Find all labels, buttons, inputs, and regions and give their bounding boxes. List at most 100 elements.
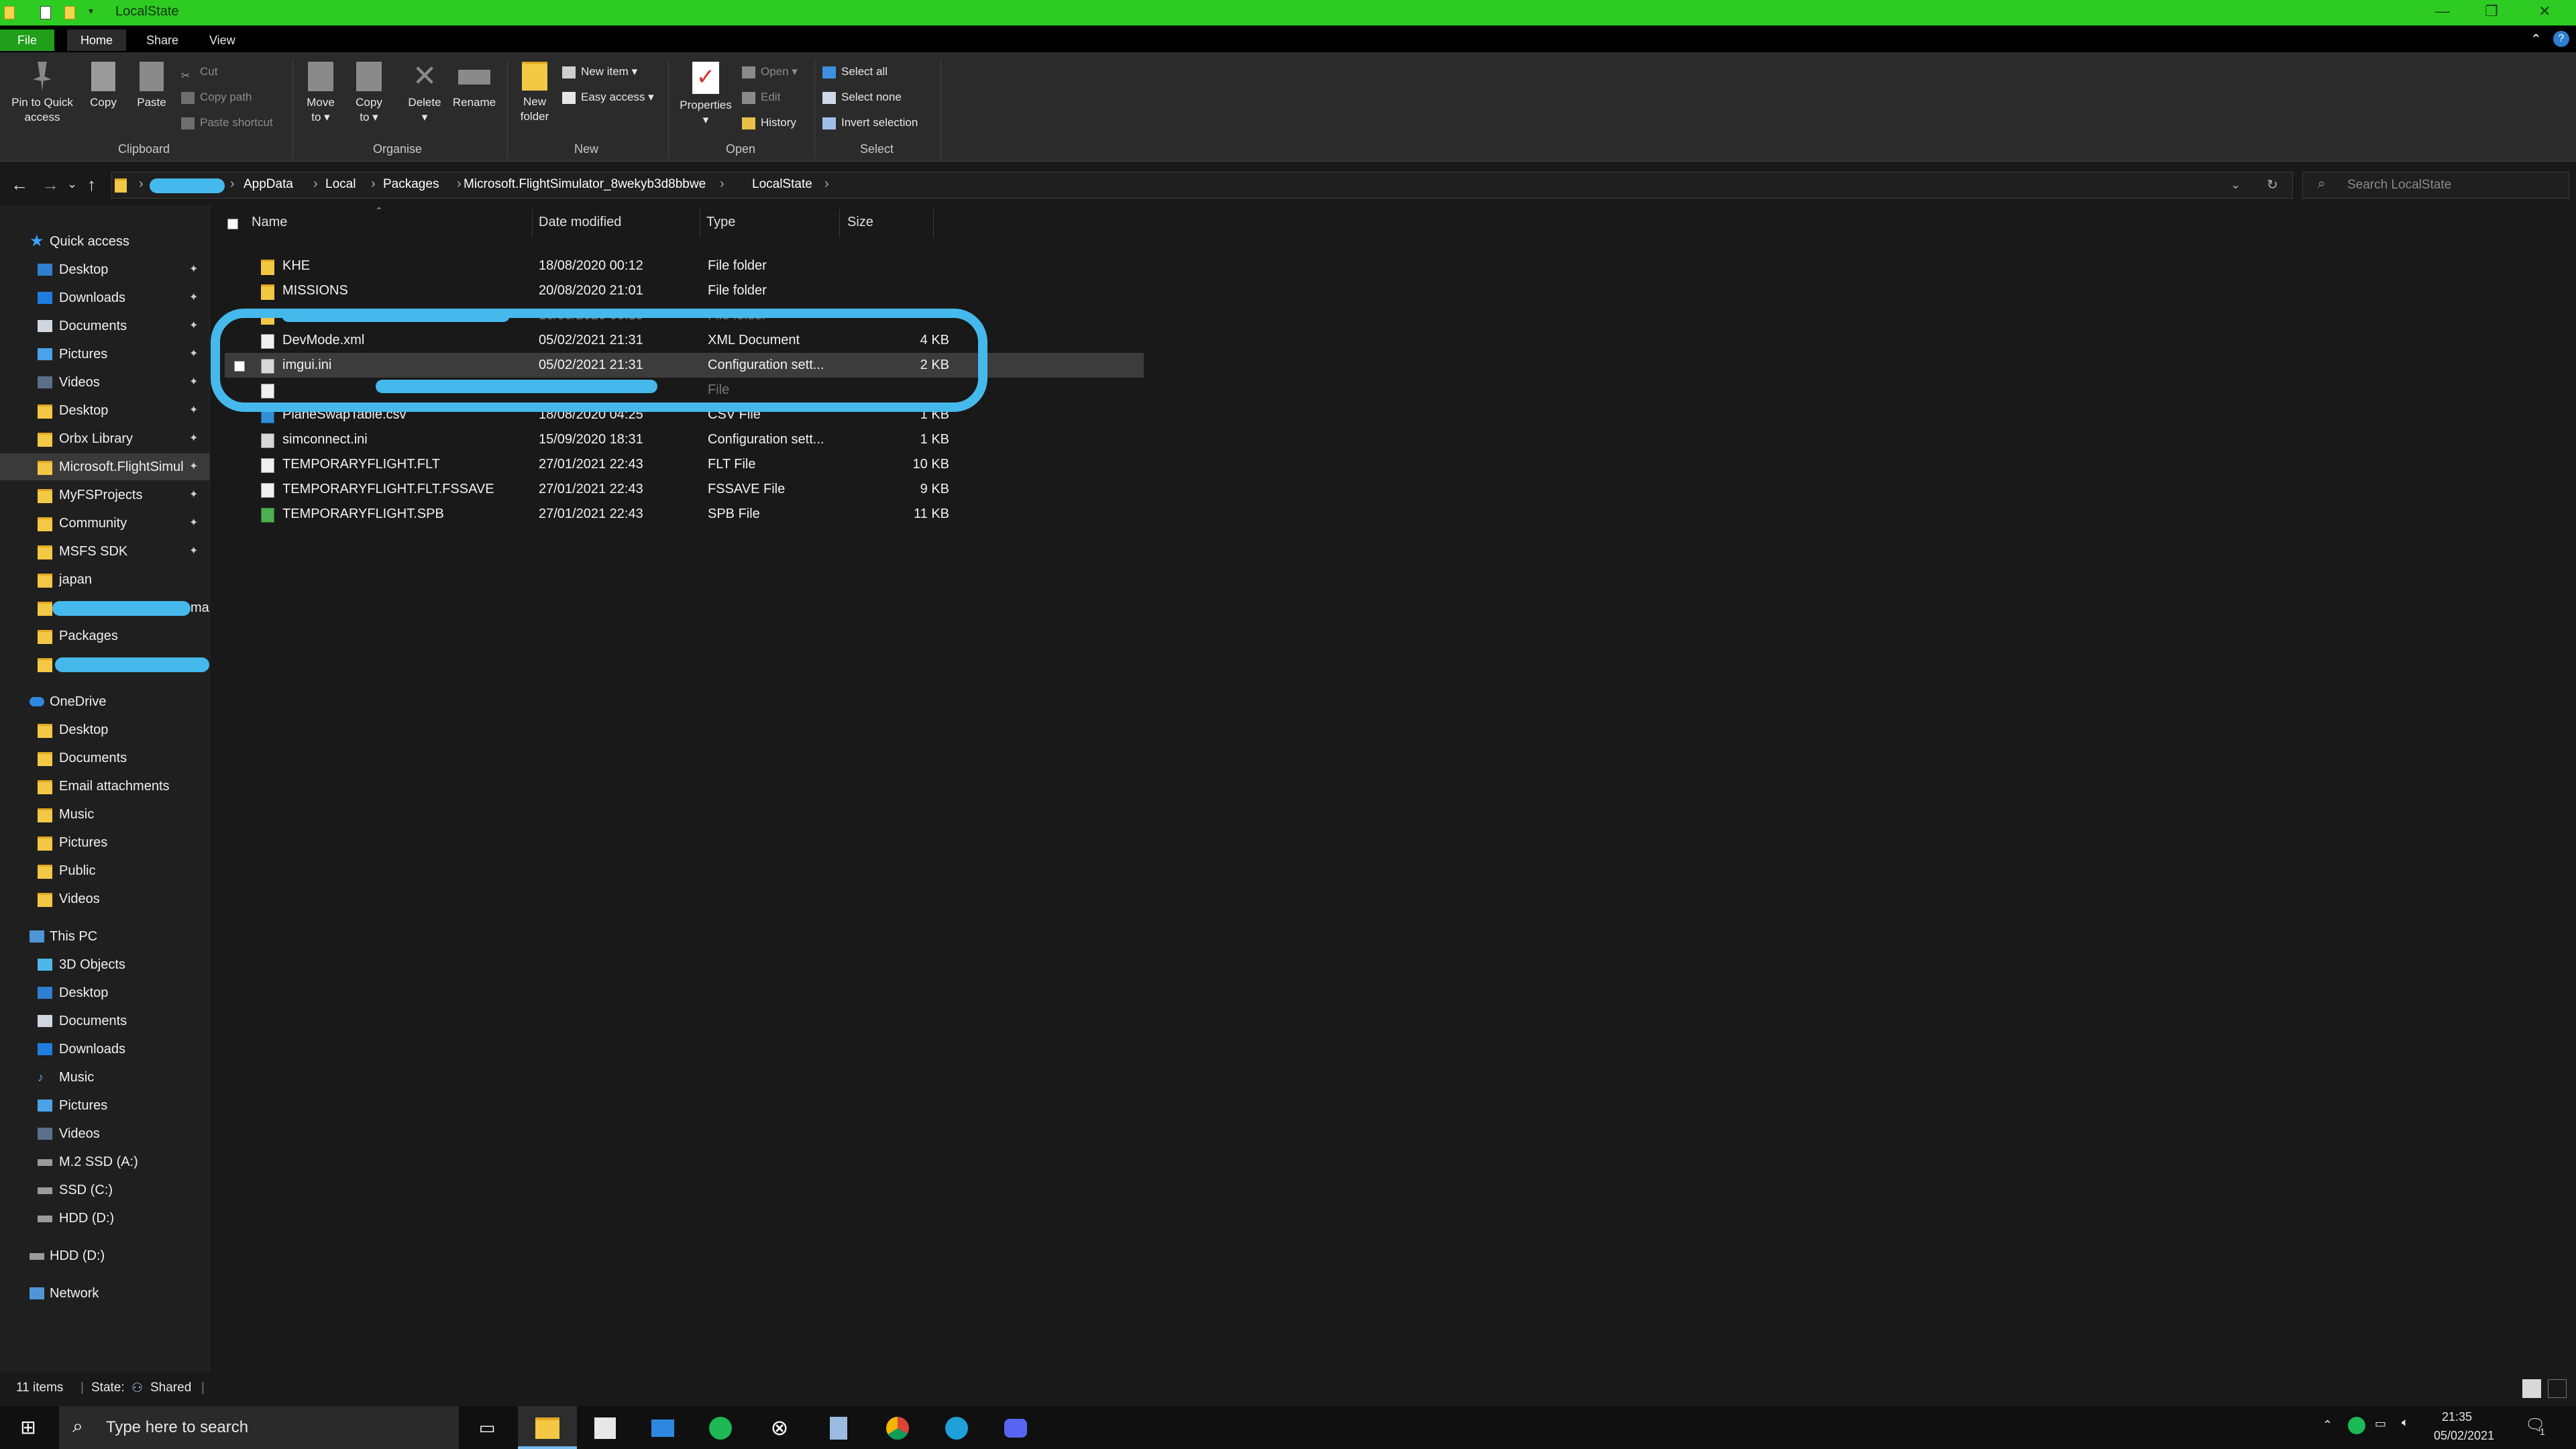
spotify-tray-icon[interactable] <box>2348 1417 2365 1434</box>
pin-icon[interactable]: ✦ <box>189 313 198 339</box>
nav-hdd-d[interactable]: HDD (D:) <box>0 1242 209 1269</box>
file-explorer-icon[interactable] <box>534 1414 561 1441</box>
mail-icon[interactable] <box>649 1414 676 1441</box>
nav-quick-videos[interactable]: Videos ✦ <box>0 369 209 396</box>
select-none-button[interactable]: Select none <box>822 87 902 107</box>
xbox-icon[interactable]: ⊗ <box>766 1414 793 1441</box>
nav-onedrive-music[interactable]: Music <box>0 801 209 828</box>
pin-icon[interactable]: ✦ <box>189 341 198 368</box>
store-icon[interactable] <box>592 1414 619 1441</box>
breadcrumb-flightsimulator[interactable]: Microsoft.FlightSimulator_8wekyb3d8bbwe <box>464 177 706 192</box>
new-folder-quick-icon[interactable] <box>64 6 75 19</box>
spotify-icon[interactable] <box>707 1414 734 1441</box>
breadcrumb-localstate[interactable]: LocalState <box>752 177 812 192</box>
new-item-button[interactable]: New item ▾ <box>562 62 637 82</box>
properties-button[interactable]: ✓ Properties ▾ <box>674 62 738 127</box>
nav-pc-ssd-c[interactable]: SSD (C:) <box>0 1177 209 1203</box>
nav-pc-3d-objects[interactable]: 3D Objects <box>0 951 209 978</box>
restore-button[interactable]: ❐ <box>2485 3 2498 20</box>
nav-quick-downloads[interactable]: Downloads ✦ <box>0 284 209 311</box>
column-size[interactable]: Size <box>847 215 873 230</box>
nav-onedrive-public[interactable]: Public <box>0 857 209 884</box>
nav-pc-pictures[interactable]: Pictures <box>0 1092 209 1119</box>
column-date-modified[interactable]: Date modified <box>539 215 621 230</box>
delete-button[interactable]: ✕ Delete ▾ <box>402 62 447 125</box>
show-hidden-icons-chevron-icon[interactable]: ⌃ <box>2322 1418 2332 1432</box>
nav-onedrive-email-attachments[interactable]: Email attachments <box>0 773 209 800</box>
nav-quick-desktop[interactable]: Desktop ✦ <box>0 256 209 283</box>
nav-onedrive[interactable]: OneDrive <box>0 688 209 715</box>
calculator-icon[interactable] <box>825 1414 852 1441</box>
properties-quick-icon[interactable] <box>40 6 51 19</box>
breadcrumb-packages[interactable]: Packages <box>383 177 439 192</box>
nav-network[interactable]: Network <box>0 1280 209 1307</box>
file-row[interactable]: MISSIONS 20/08/2020 21:01 File folder <box>225 278 1144 303</box>
pin-icon[interactable]: ✦ <box>189 510 198 537</box>
up-arrow-icon[interactable]: ↑ <box>87 174 96 195</box>
nav-onedrive-desktop[interactable]: Desktop <box>0 716 209 743</box>
clock-time[interactable]: 21:35 <box>2442 1410 2472 1424</box>
nav-quick-japan[interactable]: japan <box>0 566 209 593</box>
network-tray-icon[interactable]: ▭ <box>2375 1417 2386 1431</box>
help-icon[interactable]: ? <box>2553 31 2569 47</box>
breadcrumb-local[interactable]: Local <box>325 177 356 192</box>
pin-icon[interactable]: ✦ <box>189 256 198 283</box>
nav-pc-desktop[interactable]: Desktop <box>0 979 209 1006</box>
nav-quick-flightsimulator[interactable]: Microsoft.FlightSimul ✦ <box>0 453 209 480</box>
pin-icon[interactable]: ✦ <box>189 369 198 396</box>
tab-view[interactable]: View <box>196 30 249 51</box>
discord-icon[interactable] <box>1002 1414 1029 1441</box>
column-type[interactable]: Type <box>706 215 735 230</box>
nav-quick-documents[interactable]: Documents ✦ <box>0 313 209 339</box>
tab-home[interactable]: Home <box>67 30 127 51</box>
nav-quick-access[interactable]: ★ Quick access <box>0 228 209 255</box>
start-windows-icon[interactable]: ⊞ <box>15 1414 42 1441</box>
task-view-icon[interactable]: ▭ <box>474 1414 500 1441</box>
collapse-ribbon-icon[interactable]: ⌃ <box>2530 31 2542 48</box>
nav-quick-pictures[interactable]: Pictures ✦ <box>0 341 209 368</box>
details-view-button[interactable] <box>2522 1379 2541 1398</box>
file-row[interactable]: TEMPORARYFLIGHT.FLT 27/01/2021 22:43 FLT… <box>225 452 1144 477</box>
taskbar-search-box[interactable]: ⌕ Type here to search <box>59 1406 459 1449</box>
copy-to-button[interactable]: Copy to ▾ <box>349 62 389 125</box>
file-row[interactable]: KHE 18/08/2020 00:12 File folder <box>225 254 1144 278</box>
nav-quick-msfs-sdk[interactable]: MSFS SDK ✦ <box>0 538 209 565</box>
search-box[interactable]: ⌕ Search LocalState <box>2302 172 2569 199</box>
minimize-button[interactable]: — <box>2435 3 2450 20</box>
tab-share[interactable]: Share <box>133 30 192 51</box>
nav-quick-redacted-2[interactable] <box>0 651 209 678</box>
nav-quick-community[interactable]: Community ✦ <box>0 510 209 537</box>
move-to-button[interactable]: Move to ▾ <box>301 62 341 125</box>
chrome-icon[interactable] <box>884 1414 911 1441</box>
column-separator[interactable] <box>933 209 934 237</box>
breadcrumb-appdata[interactable]: AppData <box>244 177 293 192</box>
nav-quick-redacted-1[interactable]: ma <box>0 594 209 621</box>
nav-quick-packages[interactable]: Packages <box>0 623 209 649</box>
edge-icon[interactable] <box>943 1414 970 1441</box>
open-button[interactable]: Open ▾ <box>742 62 798 82</box>
column-separator[interactable] <box>839 209 840 237</box>
invert-selection-button[interactable]: Invert selection <box>822 113 918 133</box>
column-name[interactable]: Name <box>252 215 287 230</box>
paste-shortcut-button[interactable]: Paste shortcut <box>181 113 273 133</box>
pin-icon[interactable]: ✦ <box>189 397 198 424</box>
nav-pc-m2-ssd[interactable]: M.2 SSD (A:) <box>0 1148 209 1175</box>
address-dropdown-icon[interactable]: ⌄ <box>2231 178 2241 192</box>
large-icons-view-button[interactable] <box>2548 1379 2567 1398</box>
edit-button[interactable]: Edit <box>742 87 780 107</box>
nav-pc-documents[interactable]: Documents <box>0 1008 209 1034</box>
nav-pc-music[interactable]: ♪ Music <box>0 1064 209 1091</box>
cut-button[interactable]: ✂ Cut <box>181 62 217 82</box>
copy-button[interactable]: Copy <box>85 62 122 110</box>
recent-locations-chevron-icon[interactable]: ⌄ <box>67 177 77 191</box>
nav-onedrive-pictures[interactable]: Pictures <box>0 829 209 856</box>
file-row[interactable]: TEMPORARYFLIGHT.SPB 27/01/2021 22:43 SPB… <box>225 502 1144 527</box>
address-bar[interactable]: › › AppData › Local › Packages › Microso… <box>111 172 2293 199</box>
pin-icon[interactable]: ✦ <box>189 482 198 508</box>
pin-icon[interactable]: ✦ <box>189 284 198 311</box>
select-all-button[interactable]: Select all <box>822 62 888 82</box>
file-row[interactable]: TEMPORARYFLIGHT.FLT.FSSAVE 27/01/2021 22… <box>225 477 1144 502</box>
forward-arrow-icon[interactable]: → <box>42 174 59 195</box>
volume-icon[interactable]: 🔈︎ <box>2402 1415 2409 1430</box>
clock-date[interactable]: 05/02/2021 <box>2434 1429 2494 1443</box>
